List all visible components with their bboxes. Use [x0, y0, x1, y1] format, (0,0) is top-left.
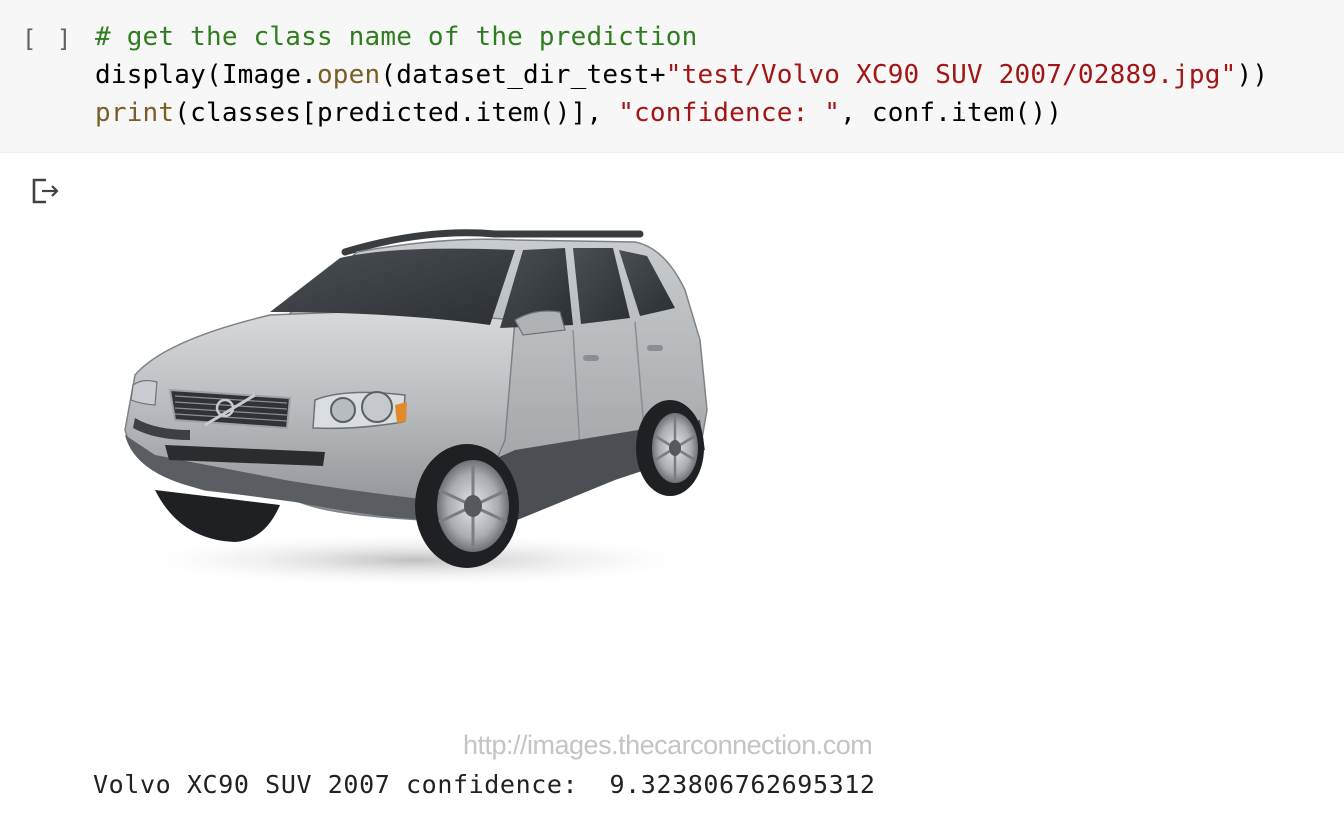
code-token: , conf.item()) — [840, 98, 1063, 128]
stdout-text: Volvo XC90 SUV 2007 confidence: 9.323806… — [93, 770, 876, 799]
code-token: print — [95, 98, 175, 128]
code-cell[interactable]: [ ] # get the class name of the predicti… — [0, 0, 1344, 153]
code-token: # get the class name of the prediction — [95, 22, 698, 52]
code-token: open — [316, 60, 381, 90]
code-token: (classes[predicted.item()], — [174, 98, 619, 128]
code-line[interactable]: display(Image.open(dataset_dir_test+"tes… — [95, 56, 1268, 94]
code-token: display(Image. — [95, 60, 317, 90]
code-token: (dataset_dir_test+ — [380, 60, 666, 90]
code-editor[interactable]: # get the class name of the prediction di… — [95, 18, 1268, 132]
code-line[interactable]: print(classes[predicted.item()], "confid… — [95, 94, 1268, 132]
code-token: "test/Volvo XC90 SUV 2007/02889.jpg" — [665, 60, 1237, 90]
notebook-page: [ ] # get the class name of the predicti… — [0, 0, 1344, 814]
code-token: )) — [1236, 60, 1269, 90]
output-redirect-icon[interactable] — [30, 175, 62, 207]
suv-photo — [115, 229, 715, 588]
image-watermark: http://images.thecarconnection.com — [463, 730, 873, 760]
run-cell-button[interactable]: [ ] — [22, 20, 74, 58]
code-line[interactable]: # get the class name of the prediction — [95, 18, 1268, 56]
code-token: "confidence: " — [618, 98, 841, 128]
output-image: http://images.thecarconnection.com — [95, 190, 905, 768]
